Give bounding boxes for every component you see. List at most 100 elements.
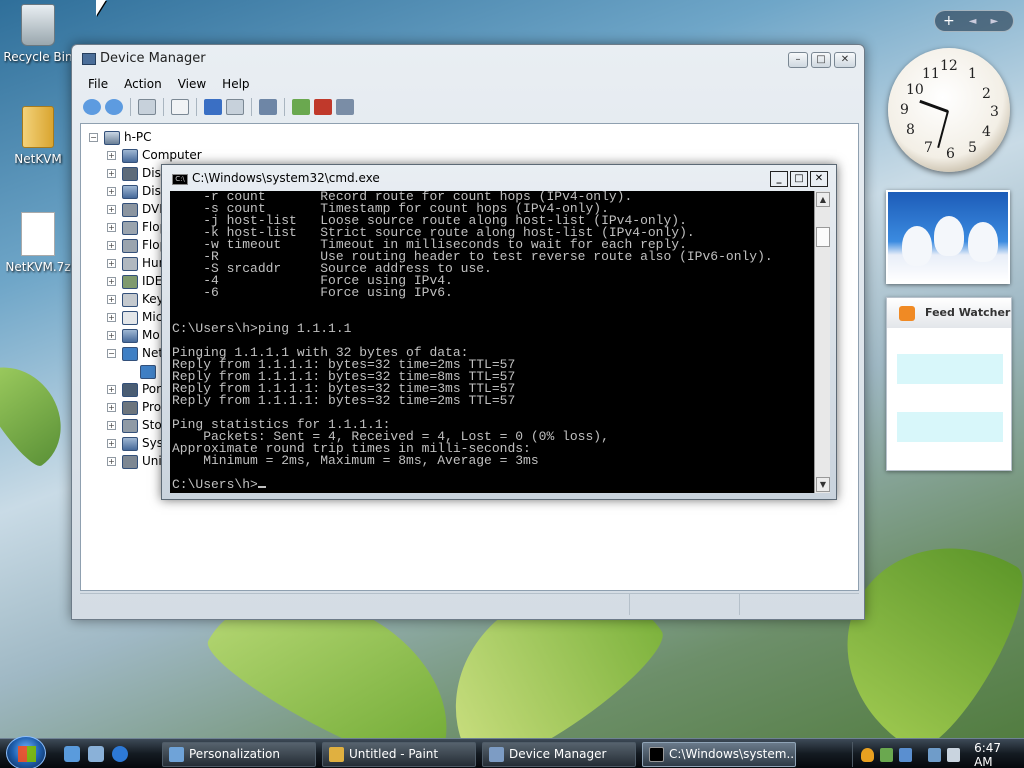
tray-app-icon[interactable] — [899, 747, 913, 762]
desktop-icon-netkvm-folder[interactable]: NetKVM — [0, 106, 76, 166]
previous-page-icon[interactable]: ◄ — [969, 16, 977, 27]
expand-icon[interactable]: + — [107, 277, 116, 286]
close-button[interactable]: ✕ — [834, 52, 856, 68]
disk-drive-icon — [122, 166, 138, 181]
expand-icon[interactable]: + — [107, 205, 116, 214]
taskbar-item-personalization[interactable]: Personalization — [162, 742, 316, 767]
toolbar-separator — [284, 98, 285, 116]
taskbar-item-paint[interactable]: Untitled - Paint — [322, 742, 476, 767]
ide-controller-icon — [122, 274, 138, 289]
toolbar-separator — [163, 98, 164, 116]
scan-hardware-icon[interactable] — [259, 99, 277, 115]
device-manager-titlebar[interactable]: Device Manager — [72, 45, 864, 73]
clock-number: 10 — [906, 82, 924, 98]
cmd-maximize-button[interactable]: □ — [790, 171, 808, 187]
console-prompt: C:\Users\h> — [172, 477, 258, 492]
add-gadget-button[interactable]: + — [943, 13, 955, 29]
status-pane — [740, 594, 858, 615]
scroll-thumb[interactable] — [816, 227, 830, 247]
cmd-close-button[interactable]: ✕ — [810, 171, 828, 187]
expand-icon[interactable]: + — [107, 313, 116, 322]
expand-icon[interactable]: + — [107, 169, 116, 178]
expand-icon[interactable]: + — [107, 421, 116, 430]
properties-icon[interactable] — [171, 99, 189, 115]
cmd-scrollbar[interactable]: ▲ ▼ — [814, 191, 830, 493]
network-icon[interactable] — [928, 747, 942, 762]
menu-help[interactable]: Help — [214, 73, 257, 95]
menu-file[interactable]: File — [80, 73, 116, 95]
recycle-bin-icon — [21, 4, 55, 46]
menu-action[interactable]: Action — [116, 73, 170, 95]
collapse-icon[interactable]: − — [89, 133, 98, 142]
cmd-titlebar[interactable]: C:\ C:\Windows\system32\cmd.exe — [162, 165, 836, 189]
network-adapter-icon — [140, 364, 156, 379]
sidebar-controls: + ◄ ► — [934, 10, 1014, 32]
next-page-icon[interactable]: ► — [990, 16, 998, 27]
expand-icon[interactable]: + — [107, 439, 116, 448]
cmd-icon: C:\ — [172, 174, 188, 185]
expand-icon[interactable]: + — [107, 259, 116, 268]
help-icon[interactable] — [204, 99, 222, 115]
forward-arrow-icon[interactable] — [105, 99, 123, 115]
slideshow-gadget[interactable] — [886, 190, 1010, 284]
feed-header: Feed Watcher — [887, 298, 1011, 328]
collapse-icon[interactable]: − — [107, 349, 116, 358]
toolbar — [80, 95, 858, 119]
volume-icon[interactable] — [947, 747, 961, 762]
start-button[interactable] — [6, 736, 46, 768]
task-label: Personalization — [189, 747, 280, 761]
scroll-up-arrow-icon[interactable]: ▲ — [816, 192, 830, 207]
clock-gadget[interactable]: 12 1 2 3 4 5 6 7 8 9 10 11 — [888, 48, 1010, 172]
show-hide-console-tree-icon[interactable] — [138, 99, 156, 115]
disable-device-icon[interactable] — [336, 99, 354, 115]
clock-time[interactable]: 6:47 AM — [974, 741, 1020, 768]
keyboard-icon — [122, 292, 138, 307]
expand-icon[interactable]: + — [107, 331, 116, 340]
switch-windows-icon[interactable] — [88, 746, 104, 762]
list-view-icon[interactable] — [226, 99, 244, 115]
scroll-down-arrow-icon[interactable]: ▼ — [816, 477, 830, 492]
update-driver-icon[interactable] — [292, 99, 310, 115]
tray-app-icon[interactable] — [880, 747, 894, 762]
console-line: C:\Users\h>ping 1.1.1.1 — [172, 321, 352, 336]
expand-icon[interactable]: + — [107, 187, 116, 196]
taskbar-item-cmd[interactable]: C:\Windows\system... — [642, 742, 796, 767]
expand-icon[interactable]: + — [107, 457, 116, 466]
minimize-button[interactable]: – — [788, 52, 808, 68]
uninstall-icon[interactable] — [314, 99, 332, 115]
internet-explorer-icon[interactable] — [112, 746, 128, 762]
folder-icon — [22, 106, 54, 148]
device-manager-icon — [489, 747, 504, 762]
menu-view[interactable]: View — [170, 73, 214, 95]
show-desktop-icon[interactable] — [64, 746, 80, 762]
rss-icon — [899, 306, 915, 321]
feed-item[interactable] — [897, 354, 1003, 384]
cmd-icon — [649, 747, 664, 762]
clock-number: 6 — [946, 146, 955, 162]
menu-bar: File Action View Help — [80, 73, 258, 95]
tree-item[interactable]: + Computer — [89, 146, 202, 164]
expand-icon[interactable]: + — [107, 241, 116, 250]
taskbar-item-device-manager[interactable]: Device Manager — [482, 742, 636, 767]
feed-item[interactable] — [897, 412, 1003, 442]
expand-icon[interactable]: + — [107, 385, 116, 394]
cmd-minimize-button[interactable]: _ — [770, 171, 788, 187]
expand-icon[interactable]: + — [107, 151, 116, 160]
ports-icon — [122, 382, 138, 397]
maximize-button[interactable]: □ — [811, 52, 831, 68]
back-arrow-icon[interactable] — [83, 99, 101, 115]
desktop-icon-recycle-bin[interactable]: Recycle Bin — [0, 4, 76, 64]
expand-icon[interactable]: + — [107, 403, 116, 412]
computer-icon — [122, 148, 138, 163]
expand-icon[interactable]: + — [107, 295, 116, 304]
tree-root[interactable]: − h-PC — [89, 128, 202, 146]
desktop-icon-netkvm-archive[interactable]: NetKVM.7z — [0, 212, 76, 274]
console-line: -6 Force using IPv6. — [172, 285, 453, 300]
console-output[interactable]: -r count Record route for count hops (IP… — [170, 191, 814, 493]
tree-item-label: Net — [142, 346, 164, 360]
text-caret — [257, 486, 266, 488]
console-line: Minimum = 2ms, Maximum = 8ms, Average = … — [172, 453, 539, 468]
security-shield-icon[interactable] — [861, 747, 875, 762]
expand-icon[interactable]: + — [107, 223, 116, 232]
feed-watcher-gadget[interactable]: Feed Watcher — [886, 297, 1012, 471]
